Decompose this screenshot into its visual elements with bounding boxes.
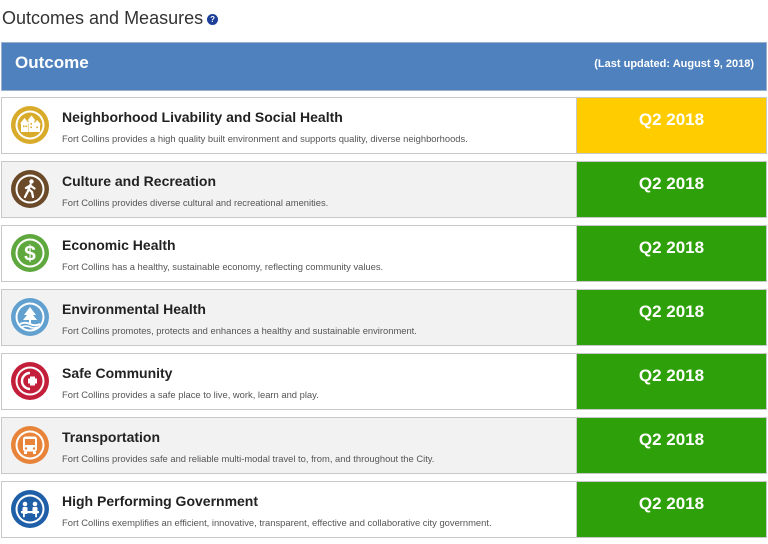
outcome-title[interactable]: Economic Health: [62, 237, 176, 253]
outcome-title[interactable]: Environmental Health: [62, 301, 206, 317]
walking-person-icon: [11, 170, 49, 208]
status-badge[interactable]: Q2 2018: [576, 98, 766, 153]
tree-water-icon: [11, 298, 49, 336]
last-updated-text: (Last updated: August 9, 2018): [594, 58, 754, 70]
status-badge[interactable]: Q2 2018: [576, 226, 766, 281]
outcome-info: Environmental Health Fort Collins promot…: [2, 290, 576, 345]
outcome-row-safe-community[interactable]: Safe Community Fort Collins provides a s…: [1, 353, 767, 410]
question-circle-icon[interactable]: ?: [207, 13, 219, 25]
outcome-info: Safe Community Fort Collins provides a s…: [2, 354, 576, 409]
status-badge[interactable]: Q2 2018: [576, 162, 766, 217]
government-people-icon: [11, 490, 49, 528]
outcome-header-bar: Outcome (Last updated: August 9, 2018): [1, 42, 767, 91]
status-badge[interactable]: Q2 2018: [576, 354, 766, 409]
page-title-text: Outcomes and Measures: [2, 7, 204, 28]
neighborhood-houses-icon: [11, 106, 49, 144]
outcome-description: Fort Collins exemplifies an efficient, i…: [62, 517, 492, 528]
dollar-sign-icon: $: [11, 234, 49, 272]
outcome-description: Fort Collins has a healthy, sustainable …: [62, 261, 384, 272]
page-title: Outcomes and Measures ?: [2, 6, 219, 30]
svg-text:$: $: [24, 243, 36, 266]
bus-icon: [11, 426, 49, 464]
status-badge[interactable]: Q2 2018: [576, 290, 766, 345]
header-title: Outcome: [15, 53, 89, 72]
outcome-description: Fort Collins provides a high quality bui…: [62, 133, 468, 144]
outcome-row-neighborhood[interactable]: Neighborhood Livability and Social Healt…: [1, 97, 767, 154]
outcome-row-economic[interactable]: $ Economic Health Fort Collins has a hea…: [1, 225, 767, 282]
outcome-title[interactable]: Transportation: [62, 429, 160, 445]
outcome-title[interactable]: Safe Community: [62, 365, 172, 381]
outcome-description: Fort Collins provides safe and reliable …: [62, 453, 435, 464]
medical-cross-icon: [11, 362, 49, 400]
outcome-description: Fort Collins provides a safe place to li…: [62, 389, 319, 400]
outcome-row-transportation[interactable]: Transportation Fort Collins provides saf…: [1, 417, 767, 474]
outcome-title[interactable]: Neighborhood Livability and Social Healt…: [62, 109, 343, 125]
outcome-description: Fort Collins promotes, protects and enha…: [62, 325, 417, 336]
outcome-info: Culture and Recreation Fort Collins prov…: [2, 162, 576, 217]
outcome-row-culture[interactable]: Culture and Recreation Fort Collins prov…: [1, 161, 767, 218]
outcome-info: Transportation Fort Collins provides saf…: [2, 418, 576, 473]
outcome-title[interactable]: Culture and Recreation: [62, 173, 216, 189]
outcome-info: $ Economic Health Fort Collins has a hea…: [2, 226, 576, 281]
outcome-title[interactable]: High Performing Government: [62, 493, 258, 509]
outcome-row-environmental[interactable]: Environmental Health Fort Collins promot…: [1, 289, 767, 346]
outcome-description: Fort Collins provides diverse cultural a…: [62, 197, 329, 208]
status-badge[interactable]: Q2 2018: [576, 418, 766, 473]
outcome-info: High Performing Government Fort Collins …: [2, 482, 576, 537]
outcome-row-government[interactable]: High Performing Government Fort Collins …: [1, 481, 767, 538]
status-badge[interactable]: Q2 2018: [576, 482, 766, 537]
outcome-info: Neighborhood Livability and Social Healt…: [2, 98, 576, 153]
